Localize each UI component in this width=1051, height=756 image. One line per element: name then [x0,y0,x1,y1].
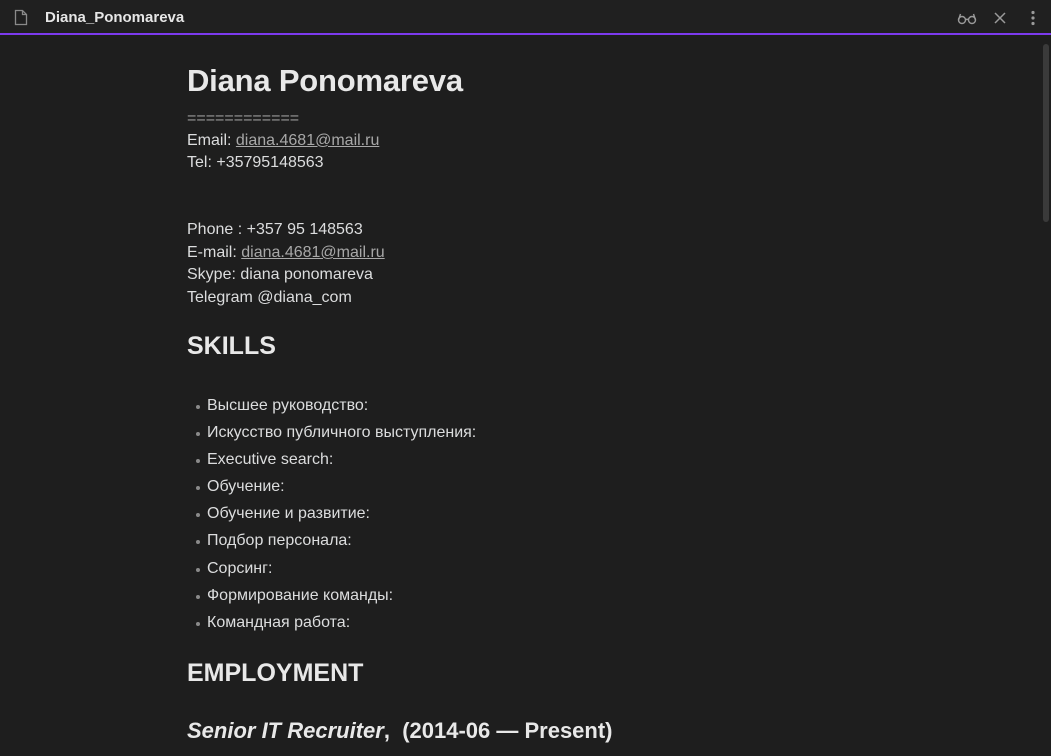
skill-label: Формирование команды: [207,586,394,604]
email-line: Email: diana.4681@mail.ru [187,131,379,151]
email-label: Email: [187,132,236,149]
skill-label: Высшее руководство: [207,397,369,414]
tel-line: Tel: +35795148563 [187,154,324,171]
skill-label: Executive search: [207,451,334,469]
list-item: Командная работа: [187,613,476,640]
skill-label: Сорсинг: [207,559,273,577]
close-icon[interactable] [990,8,1010,28]
bullet-icon [196,567,200,572]
bullet-icon [196,621,200,626]
email-link[interactable]: diana.4681@mail.ru [236,132,379,149]
skill-label: Искусство публичного выступления: [207,424,477,442]
email2-line: E-mail: diana.4681@mail.ru [187,243,385,263]
job-title: Senior IT Recruiter [187,718,384,743]
list-item: Executive search: [187,450,476,477]
list-item: Подбор персонала: [187,531,476,558]
bullet-icon [196,486,200,491]
bullet-icon [196,405,200,409]
scrollbar[interactable] [1043,44,1049,222]
list-item: Обучение и развитие: [187,504,476,531]
list-item: Искусство публичного выступления: [187,423,476,450]
phone-line: Phone : +357 95 148563 [187,221,363,238]
skill-label: Обучение и развитие: [207,505,370,523]
employment-heading: EMPLOYMENT [187,659,364,687]
bullet-icon [196,459,200,464]
job-heading: Senior IT Recruiter, (2014-06 — Present) [187,718,613,744]
email2-link[interactable]: diana.4681@mail.ru [241,244,384,261]
skill-label: Командная работа: [207,613,351,631]
bullet-icon [196,594,200,599]
list-item: Обучение: [187,477,476,504]
job-separator: , [383,718,403,743]
list-item: Высшее руководство: [187,396,476,423]
title-bar: Diana_Ponomareva [0,0,1051,35]
skype-line: Skype: diana ponomareva [187,266,373,283]
list-item: Формирование команды: [187,586,476,613]
window-title: Diana_Ponomareva [45,9,185,26]
telegram-line: Telegram @diana_com [187,289,352,306]
document-view[interactable]: Diana Ponomareva ============ Email: dia… [0,37,1040,756]
bullet-icon [196,540,200,545]
job-period: (2014-06 — Present) [402,718,613,743]
skill-label: Обучение: [207,478,285,496]
page-title: Diana Ponomareva [187,63,463,98]
email2-label: E-mail: [187,244,242,261]
list-item: Сорсинг: [187,559,476,586]
file-icon [14,9,28,26]
skill-label: Подбор персонала: [207,532,352,550]
bullet-icon [196,432,200,437]
heading-rule: ============ [187,110,300,127]
reading-glasses-icon[interactable] [957,8,977,28]
skills-list: Высшее руководство: Искусство публичного… [187,396,476,640]
skills-heading: SKILLS [187,332,276,360]
bullet-icon [196,513,200,518]
more-options-icon[interactable] [1023,8,1043,28]
